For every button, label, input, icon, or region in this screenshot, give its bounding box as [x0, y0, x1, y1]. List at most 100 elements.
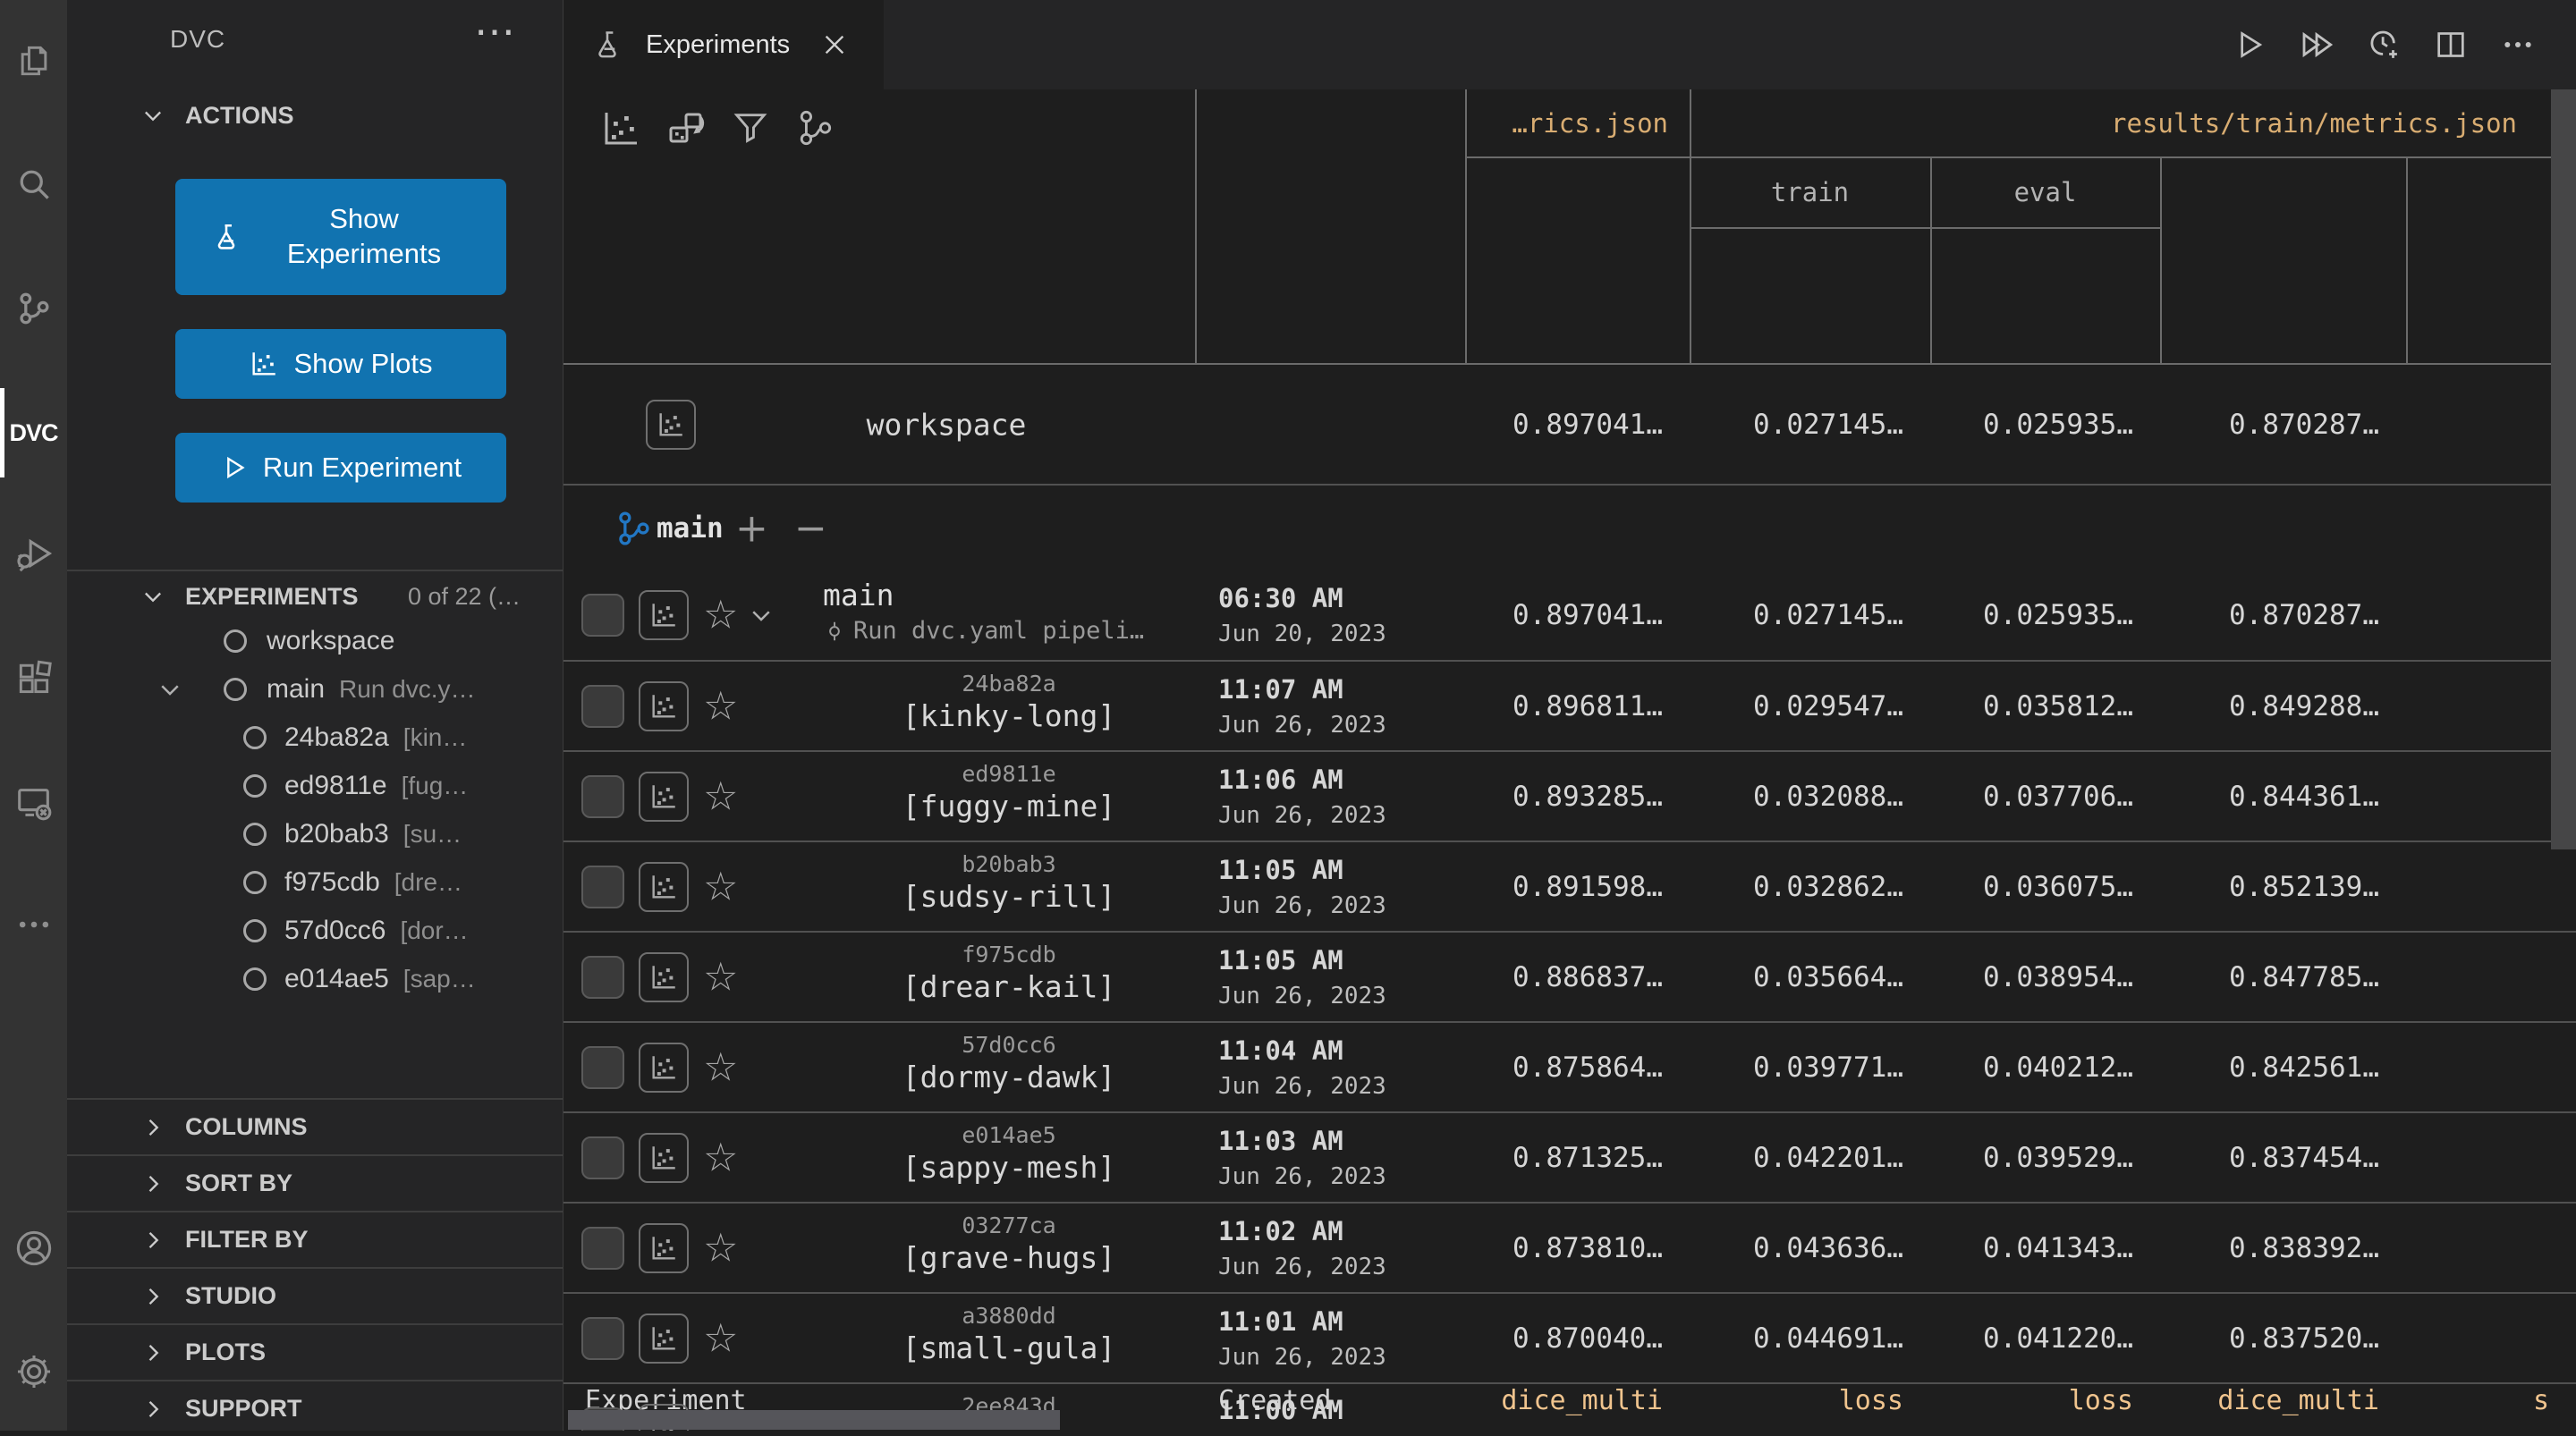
chevron-down-icon[interactable]	[157, 676, 183, 703]
source-control-icon[interactable]	[0, 264, 67, 353]
table-row-f975cdb[interactable]: ☆f975cdb[drear-kail]11:05 AMJun 26, 2023…	[564, 933, 2576, 1023]
row-checkbox[interactable]	[581, 1136, 624, 1179]
star-icon[interactable]: ☆	[703, 1225, 738, 1271]
horizontal-scrollbar[interactable]	[568, 1410, 1060, 1430]
sidebar-item-main[interactable]: mainRun dvc.y…	[67, 665, 564, 714]
split-editor-icon[interactable]	[2422, 0, 2479, 89]
row-checkbox[interactable]	[581, 1046, 624, 1089]
show-plots-button[interactable]: Show Plots	[175, 329, 506, 399]
table-row-e014ae5[interactable]: ☆e014ae5[sappy-mesh]11:03 AMJun 26, 2023…	[564, 1113, 2576, 1204]
row-checkbox[interactable]	[581, 685, 624, 728]
table-row-b20bab3[interactable]: ☆b20bab3[sudsy-rill]11:05 AMJun 26, 2023…	[564, 842, 2576, 933]
metric-value: 0.870040…	[1465, 1322, 1690, 1355]
chevron-down-icon[interactable]	[748, 602, 775, 629]
plot-toggle-button[interactable]	[639, 772, 689, 822]
star-icon[interactable]: ☆	[703, 683, 738, 729]
dice-icon[interactable]	[664, 107, 707, 150]
plot-toggle-button[interactable]	[639, 1043, 689, 1093]
star-icon[interactable]: ☆	[703, 593, 738, 638]
show-experiments-button[interactable]: Show Experiments	[175, 179, 506, 295]
table-row-ed9811e[interactable]: ☆ed9811e[fuggy-mine]11:06 AMJun 26, 2023…	[564, 752, 2576, 842]
subgroup-train[interactable]: train	[1690, 156, 1930, 227]
table-row-main[interactable]: ☆mainRun dvc.yaml pipeli…06:30 AMJun 20,…	[564, 570, 2576, 662]
sidebar-section-support[interactable]: SUPPORT	[67, 1380, 564, 1436]
plot-toggle-button[interactable]	[639, 862, 689, 912]
star-icon[interactable]: ☆	[703, 1044, 738, 1090]
row-checkbox[interactable]	[581, 594, 624, 637]
sidebar-section-columns[interactable]: COLUMNS	[67, 1098, 564, 1154]
accounts-icon[interactable]	[0, 1204, 67, 1293]
table-row-24ba82a[interactable]: ☆24ba82a[kinky-long]11:07 AMJun 26, 2023…	[564, 662, 2576, 752]
star-icon[interactable]: ☆	[703, 864, 738, 909]
row-checkbox[interactable]	[581, 1317, 624, 1360]
run-all-icon[interactable]	[2288, 0, 2345, 89]
plot-toggle-button[interactable]	[639, 590, 689, 640]
sidebar-item-workspace[interactable]: workspace	[67, 617, 564, 665]
table-row-03277ca[interactable]: ☆03277ca[grave-hugs]11:02 AMJun 26, 2023…	[564, 1204, 2576, 1294]
sidebar-section-plots[interactable]: PLOTS	[67, 1323, 564, 1380]
scatter-plot-icon[interactable]	[599, 107, 642, 150]
search-icon[interactable]	[0, 139, 67, 229]
plot-toggle-button[interactable]	[639, 681, 689, 731]
sidebar-section-studio[interactable]: STUDIO	[67, 1267, 564, 1323]
plot-toggle-button[interactable]	[639, 1314, 689, 1364]
plot-toggle-button[interactable]	[646, 400, 696, 450]
row-checkbox[interactable]	[581, 775, 624, 818]
plot-toggle-button[interactable]	[639, 1223, 689, 1273]
vertical-scrollbar[interactable]	[2551, 89, 2576, 849]
table-rows: workspace0.897041…0.027145…0.025935…0.87…	[564, 365, 2576, 1431]
experiments-section-header[interactable]: EXPERIMENTS 0 of 22 (…	[67, 570, 564, 621]
experiment-name-cell: 03277ca[grave-hugs]	[823, 1204, 1195, 1292]
column-divider[interactable]	[1195, 89, 1197, 365]
sidebar-item-ed9811e[interactable]: ed9811e[fug…	[67, 762, 564, 810]
star-icon[interactable]: ☆	[703, 954, 738, 1000]
branch-icon[interactable]	[794, 107, 837, 150]
metric-value: 0.870287…	[2160, 409, 2406, 441]
remove-icon[interactable]: −	[794, 505, 827, 551]
sidebar-item-b20bab3[interactable]: b20bab3[su…	[67, 810, 564, 858]
extensions-icon[interactable]	[0, 633, 67, 722]
filter-icon[interactable]	[730, 107, 773, 150]
sidebar-section-filter-by[interactable]: FILTER BY	[67, 1211, 564, 1267]
run-icon[interactable]	[2221, 0, 2278, 89]
close-icon[interactable]	[820, 30, 849, 59]
table-row-workspace[interactable]: workspace0.897041…0.027145…0.025935…0.87…	[564, 365, 2576, 486]
star-icon[interactable]: ☆	[703, 773, 738, 819]
star-icon[interactable]: ☆	[703, 1135, 738, 1180]
add-icon[interactable]: +	[735, 505, 768, 551]
run-and-debug-icon[interactable]	[0, 509, 67, 598]
run-experiment-button[interactable]: Run Experiment	[175, 433, 506, 503]
tab-experiments[interactable]: Experiments	[564, 0, 884, 89]
plot-toggle-button[interactable]	[639, 952, 689, 1002]
sidebar-item-f975cdb[interactable]: f975cdb[dre…	[67, 858, 564, 907]
star-icon[interactable]: ☆	[703, 1315, 738, 1361]
clock-add-icon[interactable]	[2355, 0, 2412, 89]
row-checkbox[interactable]	[581, 1227, 624, 1270]
sidebar-item-24ba82a[interactable]: 24ba82a[kin…	[67, 714, 564, 762]
row-checkbox[interactable]	[581, 956, 624, 999]
experiment-id: e014ae5	[823, 1122, 1195, 1148]
column-divider[interactable]	[2160, 156, 2162, 365]
explorer-icon[interactable]	[0, 16, 67, 106]
subgroup-eval[interactable]: eval	[1930, 156, 2160, 227]
table-row-57d0cc6[interactable]: ☆57d0cc6[dormy-dawk]11:04 AMJun 26, 2023…	[564, 1023, 2576, 1113]
column-divider[interactable]	[2406, 156, 2408, 365]
dvc-view-icon[interactable]: DVC	[0, 388, 67, 477]
sidebar-section-sort-by[interactable]: SORT BY	[67, 1154, 564, 1211]
remote-explorer-icon[interactable]	[0, 758, 67, 848]
activity-bar: DVC	[0, 0, 67, 1431]
actions-section-header[interactable]: ACTIONS	[67, 89, 564, 141]
settings-gear-icon[interactable]	[0, 1327, 67, 1416]
more-actions-icon[interactable]	[2489, 0, 2546, 89]
sidebar-title: DVC	[170, 25, 225, 54]
sidebar-item-e014ae5[interactable]: e014ae5[sap…	[67, 955, 564, 1003]
sidebar-more-actions-icon[interactable]: ⋯	[474, 7, 515, 55]
column-group-metrics-json[interactable]: …rics.json	[1465, 89, 1690, 156]
row-checkbox[interactable]	[581, 866, 624, 908]
experiment-circle-icon	[243, 774, 267, 798]
sidebar-item-57d0cc6[interactable]: 57d0cc6[dor…	[67, 907, 564, 955]
more-views-icon[interactable]	[0, 880, 67, 969]
table-row-a3880dd[interactable]: ☆a3880dd[small-gula]11:01 AMJun 26, 2023…	[564, 1294, 2576, 1384]
plot-toggle-button[interactable]	[639, 1133, 689, 1183]
column-group-results-train-metrics-json[interactable]: results/train/metrics.json	[1690, 89, 2576, 156]
